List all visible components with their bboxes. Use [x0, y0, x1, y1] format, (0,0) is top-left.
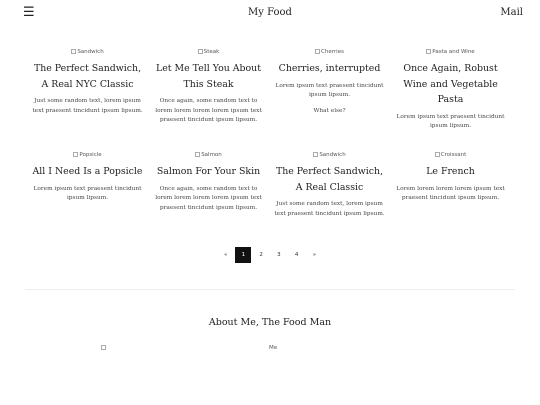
posts-row-1: Sandwich The Perfect Sandwich, A Real NY…: [27, 48, 513, 132]
post-excerpt: Just some random text, lorem ipsum text …: [32, 98, 143, 114]
post-image-alt: Sandwich: [77, 49, 104, 55]
post-image-alt: Steak: [203, 49, 220, 55]
pagination-page-4[interactable]: 4: [289, 247, 305, 263]
pagination-prev[interactable]: «: [218, 247, 234, 263]
post-image[interactable]: Sandwich: [31, 48, 144, 57]
post-card: Sandwich The Perfect Sandwich, A Real NY…: [27, 48, 148, 132]
post-excerpt: Lorem ipsum text praesent tincidunt ipsu…: [275, 82, 384, 99]
post-card: Cherries Cherries, interrupted Lorem ips…: [269, 48, 390, 132]
posts-row-2: Popsicle All I Need Is a Popsicle Lorem …: [27, 151, 513, 219]
broken-image-icon: [434, 152, 440, 157]
post-card: Sandwich The Perfect Sandwich, A Real Cl…: [269, 151, 390, 219]
post-title: Le French: [426, 166, 475, 177]
pagination-page-2[interactable]: 2: [253, 247, 269, 263]
broken-image-icon: [315, 49, 321, 54]
top-navbar: ☰ My Food Mail: [0, 0, 540, 28]
broken-image-icon: [197, 49, 203, 54]
post-card: Croissant Le French Lorem lorem lorem lo…: [390, 151, 511, 219]
about-heading: About Me, The Food Man: [208, 317, 332, 328]
about-image-left: [101, 345, 106, 351]
pagination-page-1[interactable]: 1: [235, 247, 252, 263]
post-image[interactable]: Salmon: [152, 151, 265, 160]
post-image-alt: Cherries: [321, 49, 344, 55]
post-title: Cherries, interrupted: [278, 63, 381, 74]
broken-image-icon: [101, 345, 106, 350]
mail-link[interactable]: Mail: [500, 7, 523, 18]
pagination-next[interactable]: »: [306, 247, 322, 263]
pagination: « 1 2 3 4 »: [0, 247, 540, 263]
post-excerpt: Once again, some random text to lorem lo…: [155, 98, 262, 124]
post-title: The Perfect Sandwich, A Real Classic: [275, 166, 384, 193]
post-card: Steak Let Me Tell You About This Steak O…: [148, 48, 269, 132]
post-image[interactable]: Croissant: [394, 151, 507, 160]
post-image[interactable]: Cherries: [273, 48, 386, 57]
post-image[interactable]: Pasta and Wine: [394, 48, 507, 57]
post-card: Pasta and Wine Once Again, Robust Wine a…: [390, 48, 511, 132]
post-image-alt: Croissant: [440, 152, 467, 158]
post-title: Salmon For Your Skin: [156, 166, 261, 177]
broken-image-icon: [71, 49, 77, 54]
broken-image-icon: [195, 152, 201, 157]
post-excerpt: Just some random text, lorem ipsum text …: [274, 201, 385, 217]
post-image-alt: Popsicle: [79, 152, 102, 158]
post-title: All I Need Is a Popsicle: [32, 166, 143, 177]
post-excerpt: Once again, some random text to lorem lo…: [155, 185, 262, 211]
post-image-alt: Pasta and Wine: [432, 49, 475, 55]
post-excerpt: Lorem ipsum text praesent tincidunt ipsu…: [33, 185, 142, 202]
post-image-alt: Salmon: [201, 152, 222, 158]
post-image[interactable]: Popsicle: [31, 151, 144, 160]
posts-grid: Sandwich The Perfect Sandwich, A Real NY…: [27, 48, 513, 217]
post-title: The Perfect Sandwich, A Real NYC Classic: [33, 63, 142, 90]
post-title: Once Again, Robust Wine and Vegetable Pa…: [403, 63, 498, 105]
post-excerpt: Lorem lorem lorem lorem ipsum text praes…: [396, 185, 505, 202]
about-image-me: Me: [269, 345, 278, 351]
site-title: My Food: [248, 7, 292, 18]
post-image[interactable]: Sandwich: [273, 151, 386, 160]
broken-image-icon: [426, 49, 432, 54]
broken-image-icon: [313, 152, 319, 157]
post-card: Popsicle All I Need Is a Popsicle Lorem …: [27, 151, 148, 219]
post-image[interactable]: Steak: [152, 48, 265, 57]
broken-image-icon: [73, 152, 79, 157]
post-extra-text: What else?: [313, 107, 346, 114]
post-image-alt: Sandwich: [319, 152, 346, 158]
pagination-page-3[interactable]: 3: [271, 247, 287, 263]
section-divider: [25, 289, 515, 290]
post-excerpt: Lorem ipsum text praesent tincidunt ipsu…: [396, 113, 505, 130]
post-title: Let Me Tell You About This Steak: [156, 63, 261, 90]
post-card: Salmon Salmon For Your Skin Once again, …: [148, 151, 269, 219]
